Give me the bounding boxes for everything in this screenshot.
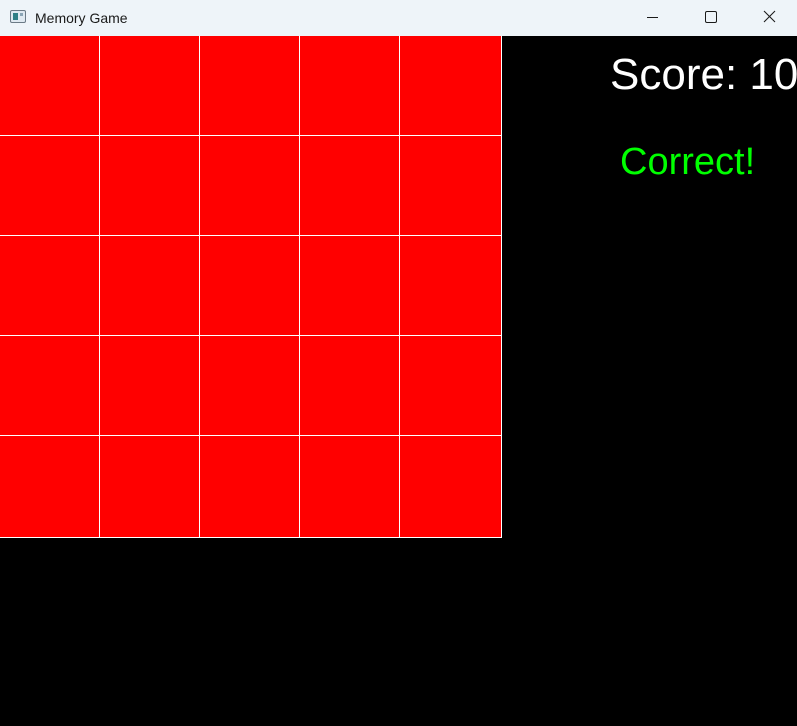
- memory-tile[interactable]: [400, 36, 501, 135]
- memory-tile[interactable]: [0, 236, 99, 335]
- memory-tile[interactable]: [300, 436, 399, 537]
- memory-tile[interactable]: [100, 436, 199, 537]
- memory-tile[interactable]: [400, 436, 501, 537]
- memory-tile[interactable]: [200, 336, 299, 435]
- memory-tile[interactable]: [200, 436, 299, 537]
- memory-tile[interactable]: [300, 236, 399, 335]
- minimize-icon: [647, 17, 658, 18]
- minimize-button[interactable]: [624, 0, 682, 36]
- memory-tile[interactable]: [300, 136, 399, 235]
- maximize-button[interactable]: [682, 0, 740, 36]
- memory-tile[interactable]: [0, 336, 99, 435]
- memory-tile[interactable]: [400, 236, 501, 335]
- close-button[interactable]: [740, 0, 797, 36]
- memory-tile[interactable]: [200, 36, 299, 135]
- title-bar[interactable]: Memory Game: [0, 0, 797, 36]
- maximize-icon: [705, 11, 717, 23]
- memory-tile[interactable]: [300, 36, 399, 135]
- memory-tile[interactable]: [100, 336, 199, 435]
- memory-game-window: Memory Game Score: 10 Correct!: [0, 0, 797, 726]
- memory-tile[interactable]: [0, 36, 99, 135]
- memory-tile[interactable]: [0, 136, 99, 235]
- memory-tile[interactable]: [100, 236, 199, 335]
- score-label: Score: 10: [610, 50, 797, 99]
- memory-tile[interactable]: [100, 36, 199, 135]
- game-board: [0, 36, 502, 538]
- memory-tile[interactable]: [300, 336, 399, 435]
- app-window-icon: [10, 10, 26, 23]
- memory-tile[interactable]: [200, 136, 299, 235]
- window-title: Memory Game: [35, 10, 128, 26]
- memory-tile[interactable]: [400, 336, 501, 435]
- status-message: Correct!: [620, 141, 756, 183]
- close-icon: [763, 10, 776, 23]
- memory-tile[interactable]: [100, 136, 199, 235]
- memory-tile[interactable]: [0, 436, 99, 537]
- memory-tile[interactable]: [400, 136, 501, 235]
- memory-tile[interactable]: [200, 236, 299, 335]
